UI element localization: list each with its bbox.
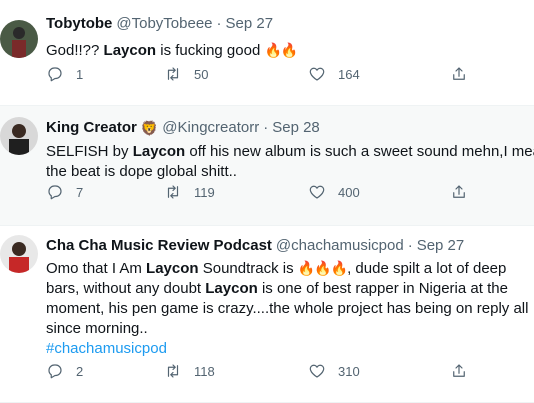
separator-dot: ·: [216, 15, 222, 32]
retweet-button[interactable]: 50: [164, 65, 208, 83]
share-icon: [453, 364, 465, 377]
like-count: 400: [338, 184, 360, 200]
heart-icon: [309, 364, 325, 378]
tweet-text: SELFISH by Laycon off his new album is s…: [46, 142, 534, 182]
share-icon: [453, 185, 465, 198]
reply-count: 7: [76, 184, 84, 200]
lion-emoji: 🦁: [140, 120, 159, 136]
reply-icon: [48, 67, 62, 82]
tweet-text-line: the beat is dope global shitt..: [46, 162, 534, 182]
fire-emoji: 🔥🔥🔥: [297, 260, 348, 276]
text-segment: God!!??: [46, 42, 104, 59]
retweet-icon: [167, 364, 179, 378]
tweet-tobytobe[interactable]: Tobytobe @TobyTobeee · Sep 27 God!!?? La…: [0, 0, 534, 106]
tweet-chacha-music[interactable]: Cha Cha Music Review Podcast @chachamusi…: [0, 226, 534, 403]
retweet-count: 118: [194, 363, 215, 379]
text-segment: is fucking good: [156, 42, 265, 59]
reply-count: 2: [76, 363, 84, 379]
tweet-text: Omo that I Am Laycon Soundtrack is 🔥🔥🔥, …: [46, 258, 534, 359]
author-name[interactable]: Tobytobe: [46, 14, 112, 34]
like-count: 164: [338, 66, 360, 82]
tweet-text-line: since morning..: [46, 319, 534, 339]
retweet-button[interactable]: 118: [164, 362, 215, 380]
mention-laycon: Laycon: [103, 42, 157, 59]
like-button[interactable]: 164: [308, 65, 360, 83]
text-segment: , dude spilt a lot of deep: [347, 260, 507, 277]
reply-button[interactable]: 7: [46, 183, 83, 201]
tweet-text-line: #chachamusicpod: [46, 339, 534, 359]
reply-button[interactable]: 2: [46, 362, 83, 380]
tweet-text-line: Omo that I Am Laycon Soundtrack is 🔥🔥🔥, …: [46, 258, 534, 279]
tweet-text-line: God!!?? Laycon is fucking good 🔥🔥: [46, 40, 534, 61]
text-segment: SELFISH by: [46, 143, 133, 160]
like-count: 310: [338, 363, 360, 379]
tweet-text: God!!?? Laycon is fucking good 🔥🔥: [46, 40, 534, 61]
tweet-text-line: moment, his pen game is crazy....the who…: [46, 299, 534, 319]
tweet-timestamp[interactable]: Sep 28: [272, 118, 320, 138]
mention-laycon: Laycon: [205, 280, 258, 297]
text-segment: the beat is dope global shitt..: [46, 163, 237, 180]
author-name[interactable]: Cha Cha Music Review Podcast: [46, 236, 272, 256]
author-handle[interactable]: @chachamusicpod: [276, 236, 404, 256]
mention-laycon: Laycon: [132, 143, 186, 160]
retweet-count: 50: [194, 66, 209, 82]
reply-icon: [48, 364, 62, 379]
separator-dot: ·: [407, 237, 413, 254]
text-segment: since morning..: [46, 320, 148, 337]
retweet-count: 119: [194, 184, 215, 200]
separator-dot: ·: [263, 119, 269, 136]
avatar[interactable]: [0, 117, 38, 155]
tweet-text-line: SELFISH by Laycon off his new album is s…: [46, 142, 534, 162]
heart-icon: [309, 185, 325, 199]
author-handle[interactable]: @TobyTobeee: [116, 14, 212, 34]
like-button[interactable]: 400: [308, 183, 360, 201]
fire-emoji: 🔥🔥: [264, 42, 298, 58]
text-segment: Omo that I Am: [46, 260, 147, 277]
author-handle[interactable]: @Kingcreatorr: [162, 118, 259, 138]
mention-laycon: Laycon: [146, 260, 199, 277]
tweet-header: Tobytobe @TobyTobeee · Sep 27: [46, 14, 534, 34]
hashtag-link[interactable]: #chachamusicpod: [46, 340, 167, 357]
text-segment: Soundtrack is: [198, 260, 298, 277]
text-segment: bars, without any doubt: [46, 280, 206, 297]
text-segment: moment, his pen game is crazy....the who…: [46, 300, 529, 317]
share-button[interactable]: [450, 65, 468, 83]
avatar[interactable]: [0, 20, 38, 58]
tweet-king-creator[interactable]: King Creator 🦁 @Kingcreatorr · Sep 28 SE…: [0, 106, 534, 226]
retweet-icon: [167, 185, 179, 199]
share-icon: [453, 67, 465, 80]
author-name[interactable]: King Creator: [46, 118, 137, 138]
avatar[interactable]: [0, 235, 38, 273]
retweet-icon: [167, 67, 179, 81]
like-button[interactable]: 310: [308, 362, 360, 380]
tweet-header: Cha Cha Music Review Podcast @chachamusi…: [46, 236, 534, 256]
reply-icon: [48, 185, 62, 200]
share-button[interactable]: [450, 183, 468, 201]
tweet-text-line: bars, without any doubt Laycon is one of…: [46, 279, 534, 299]
tweet-timestamp[interactable]: Sep 27: [417, 236, 465, 256]
text-segment: is one of best rapper in Nigeria at the: [257, 280, 508, 297]
tweet-header: King Creator 🦁 @Kingcreatorr · Sep 28: [46, 118, 534, 138]
reply-count: 1: [76, 66, 84, 82]
reply-button[interactable]: 1: [46, 65, 83, 83]
share-button[interactable]: [450, 362, 468, 380]
text-segment: off his new album is such a sweet sound …: [185, 143, 534, 160]
tweet-timestamp[interactable]: Sep 27: [226, 14, 274, 34]
retweet-button[interactable]: 119: [164, 183, 215, 201]
heart-icon: [309, 67, 325, 81]
